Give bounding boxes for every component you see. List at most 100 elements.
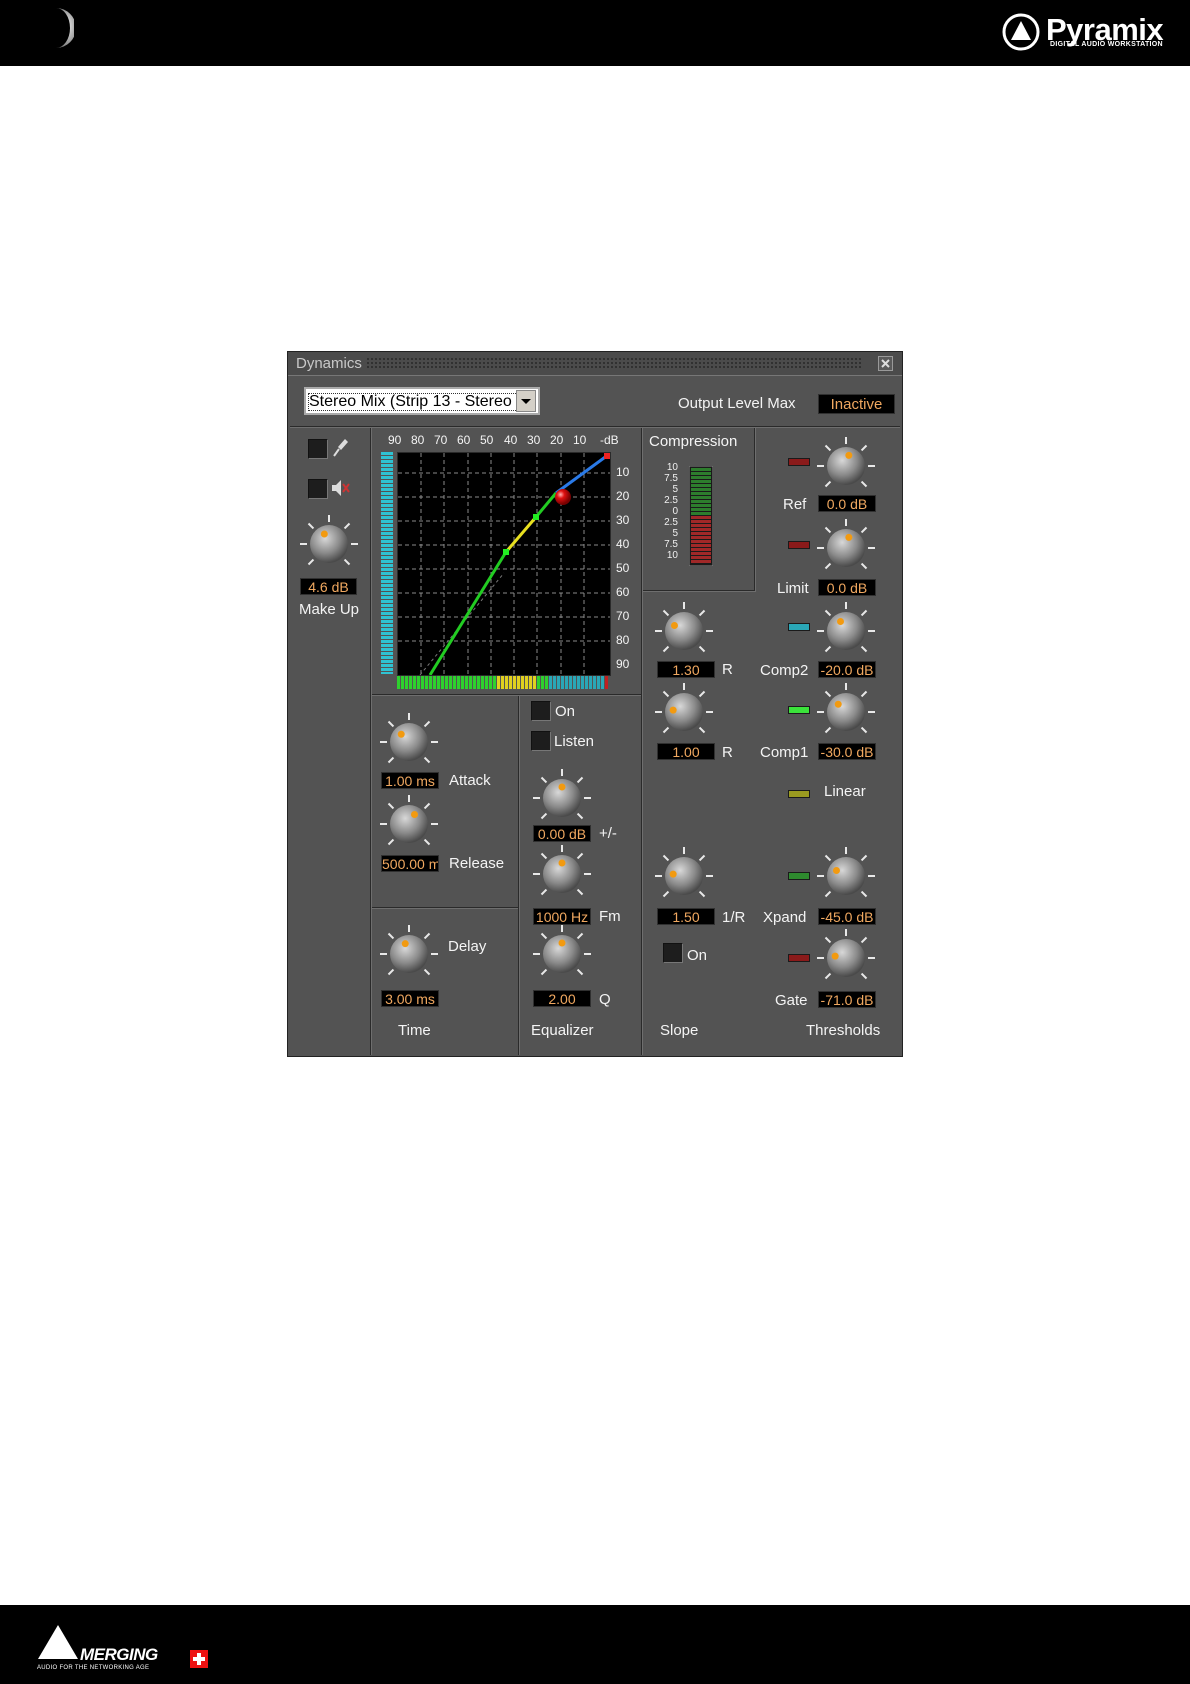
- slope-on-checkbox[interactable]: [663, 943, 683, 963]
- transfer-curve-svg: [398, 453, 610, 676]
- tick-label: 20: [616, 489, 630, 503]
- bypass-checkbox[interactable]: [308, 439, 328, 459]
- ref-knob[interactable]: [814, 434, 878, 498]
- ratio-knob-2[interactable]: [652, 680, 716, 744]
- comp1-label: Comp1: [760, 744, 809, 761]
- output-level-value: Inactive: [818, 394, 895, 414]
- brand-tagline: DIGITAL AUDIO WORKSTATION: [1050, 41, 1163, 48]
- comp2-knob[interactable]: [814, 599, 878, 663]
- tick-label: 30: [527, 433, 541, 447]
- release-value: 500.00 ms: [381, 855, 439, 872]
- compression-scale: 10 7.5 5 2.5 0 2.5 5 7.5 10: [654, 462, 678, 562]
- ratio-value-2: 1.00: [657, 743, 715, 760]
- eq-on-checkbox[interactable]: [531, 701, 551, 721]
- eq-listen-label: Listen: [554, 733, 595, 750]
- curve-segment: [504, 516, 538, 553]
- scale-label: 0: [672, 506, 678, 517]
- speaker-mute-icon[interactable]: [330, 477, 352, 499]
- divider: [370, 428, 372, 1055]
- tick-label: 70: [434, 433, 448, 447]
- eq-freq-label: Fm: [599, 908, 621, 925]
- compression-meter: [689, 466, 713, 566]
- makeup-label: Make Up: [299, 601, 360, 618]
- scale-label: 2.5: [664, 495, 678, 506]
- eq-freq-knob[interactable]: [530, 842, 594, 906]
- tick-label: -dB: [600, 433, 619, 447]
- company-tagline: AUDIO FOR THE NETWORKING AGE: [37, 1665, 150, 1671]
- eq-on-label: On: [555, 703, 576, 720]
- eq-gain-knob[interactable]: [530, 766, 594, 830]
- delay-knob[interactable]: [377, 922, 441, 986]
- divider: [372, 694, 641, 696]
- ratio-knob-3[interactable]: [652, 844, 716, 908]
- tick-label: 60: [616, 585, 630, 599]
- xpand-knob[interactable]: [814, 844, 878, 908]
- gate-label: Gate: [775, 992, 808, 1009]
- window-titlebar[interactable]: Dynamics: [288, 352, 902, 376]
- eq-listen-checkbox[interactable]: [531, 731, 551, 751]
- curve-handle: [503, 549, 509, 555]
- attack-knob[interactable]: [377, 710, 441, 774]
- scale-label: 10: [666, 550, 678, 561]
- gate-knob[interactable]: [814, 926, 878, 990]
- tick-label: 80: [616, 633, 630, 647]
- ratio-knob-1[interactable]: [652, 599, 716, 663]
- page-footer: MERGING AUDIO FOR THE NETWORKING AGE: [0, 1605, 1190, 1684]
- limit-led: [788, 541, 810, 549]
- limit-knob[interactable]: [814, 516, 878, 580]
- linear-label: Linear: [824, 783, 866, 800]
- divider: [754, 428, 756, 592]
- makeup-knob[interactable]: [297, 512, 361, 576]
- tick-label: 70: [616, 609, 630, 623]
- merging-logo-icon: [38, 1625, 78, 1659]
- pin-icon[interactable]: [332, 437, 350, 459]
- close-icon[interactable]: [878, 356, 893, 371]
- tick-label: 90: [388, 433, 402, 447]
- ratio-value-1: 1.30: [657, 661, 715, 678]
- tick-label: 40: [616, 537, 630, 551]
- transfer-curve-graph[interactable]: [397, 452, 611, 676]
- linear-led: [788, 790, 810, 798]
- ref-label: Ref: [783, 496, 807, 513]
- comp1-value: -30.0 dB: [818, 743, 876, 760]
- scale-label: 10: [666, 462, 678, 473]
- xpand-label: Xpand: [763, 909, 807, 926]
- scale-label: 7.5: [664, 539, 678, 550]
- tick-label: 60: [457, 433, 471, 447]
- curve-handle: [604, 453, 610, 459]
- comp2-label: Comp2: [760, 662, 809, 679]
- comp2-led: [788, 623, 810, 631]
- delay-value: 3.00 ms: [381, 990, 439, 1007]
- release-knob[interactable]: [377, 792, 441, 856]
- top-axis-ticks: 90 80 70 60 50 40 30 20 10 -dB: [380, 434, 640, 450]
- delay-label: Delay: [448, 938, 487, 955]
- output-meter: [397, 676, 608, 689]
- moon-icon: [56, 8, 74, 48]
- divider: [641, 428, 643, 1055]
- right-axis-ticks: 10 20 30 40 50 60 70 80 90: [616, 466, 640, 676]
- divider: [290, 426, 900, 428]
- output-level-label: Output Level Max: [678, 395, 796, 412]
- dynamics-window: Dynamics Stereo Mix (Strip 13 - Stereo M…: [287, 351, 903, 1057]
- comp1-knob[interactable]: [814, 680, 878, 744]
- curve-handle: [533, 514, 539, 520]
- scale-label: 2.5: [664, 517, 678, 528]
- company-name: MERGING: [80, 1645, 158, 1664]
- slope-section-label: Slope: [660, 1022, 699, 1039]
- xpand-led: [788, 872, 810, 880]
- strip-selector[interactable]: Stereo Mix (Strip 13 - Stereo M: [304, 387, 540, 415]
- limit-label: Limit: [777, 580, 809, 597]
- makeup-value: 4.6 dB: [300, 578, 357, 595]
- tick-label: 30: [616, 513, 630, 527]
- strip-selector-value: Stereo Mix (Strip 13 - Stereo M: [308, 393, 518, 411]
- gate-led: [788, 954, 810, 962]
- eq-q-knob[interactable]: [530, 922, 594, 986]
- page-header: Pyramix DIGITAL AUDIO WORKSTATION: [0, 0, 1190, 66]
- tick-label: 50: [480, 433, 494, 447]
- mute-checkbox[interactable]: [308, 479, 328, 499]
- chevron-down-icon[interactable]: [516, 390, 536, 412]
- ratio-value-3: 1.50: [657, 908, 715, 925]
- comp2-value: -20.0 dB: [818, 661, 876, 678]
- ref-led: [788, 458, 810, 466]
- pyramix-logo-icon: [1002, 13, 1040, 51]
